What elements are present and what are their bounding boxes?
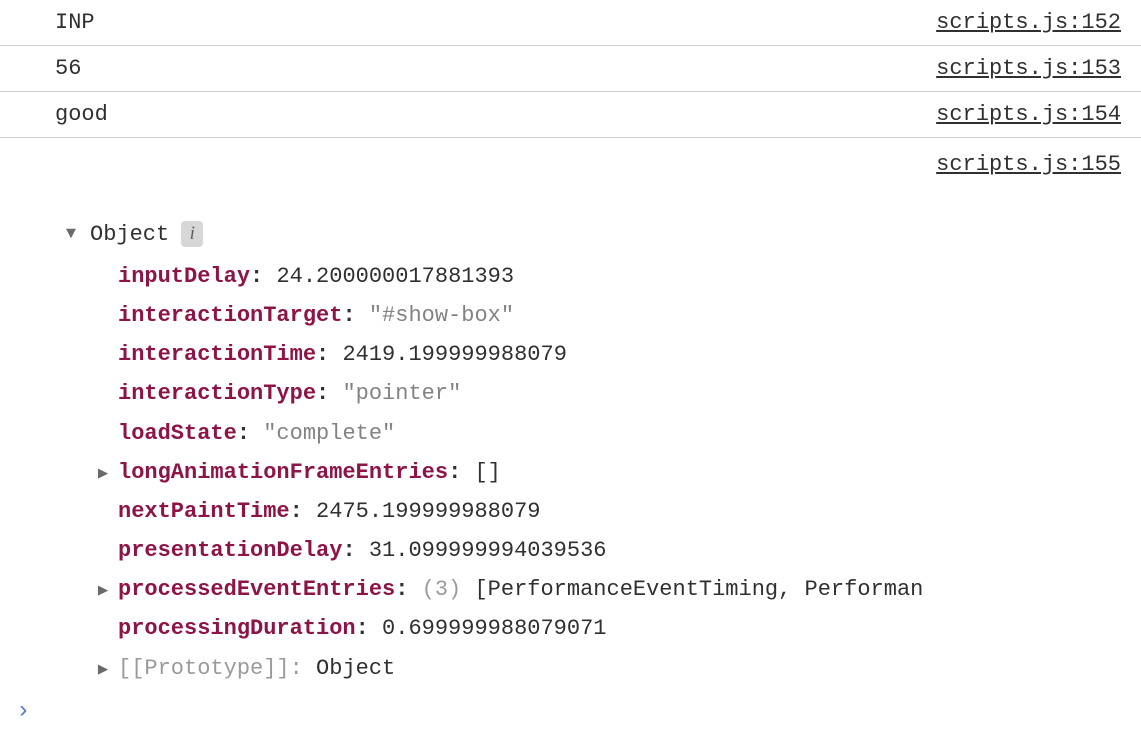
- property-key: presentationDelay: [118, 531, 342, 570]
- object-property[interactable]: interactionTime: 2419.199999988079: [96, 335, 1141, 374]
- property-key: longAnimationFrameEntries: [118, 453, 448, 492]
- object-property[interactable]: processingDuration: 0.699999988079071: [96, 609, 1141, 648]
- console-panel: INP scripts.js:152 56 scripts.js:153 goo…: [0, 0, 1141, 735]
- object-header[interactable]: Object i: [64, 221, 1141, 247]
- object-property[interactable]: nextPaintTime: 2475.199999988079: [96, 492, 1141, 531]
- array-count: (3): [422, 570, 462, 609]
- property-value: 24.200000017881393: [276, 257, 514, 296]
- console-log-row[interactable]: 56 scripts.js:153: [0, 46, 1141, 92]
- source-link[interactable]: scripts.js:152: [936, 10, 1121, 35]
- log-text: 56: [55, 56, 81, 81]
- object-label: Object: [90, 222, 169, 247]
- property-value: "pointer": [342, 374, 461, 413]
- console-log-row[interactable]: INP scripts.js:152: [0, 0, 1141, 46]
- property-value: "#show-box": [369, 296, 514, 335]
- object-property[interactable]: longAnimationFrameEntries: []: [96, 453, 1141, 492]
- property-value: 0.699999988079071: [382, 609, 606, 648]
- property-key: processingDuration: [118, 609, 356, 648]
- object-property[interactable]: inputDelay: 24.200000017881393: [96, 257, 1141, 296]
- info-icon[interactable]: i: [181, 221, 203, 247]
- disclosure-down-icon[interactable]: [64, 225, 78, 244]
- property-key: processedEventEntries: [118, 570, 395, 609]
- object-property[interactable]: loadState: "complete": [96, 414, 1141, 453]
- log-text: INP: [55, 10, 95, 35]
- property-key: loadState: [118, 414, 237, 453]
- disclosure-right-icon[interactable]: [96, 656, 110, 686]
- console-log-expanded-row[interactable]: scripts.js:155: [0, 138, 1141, 187]
- console-log-row[interactable]: good scripts.js:154: [0, 92, 1141, 138]
- object-view: Object i inputDelay: 24.200000017881393 …: [60, 221, 1141, 688]
- property-key: nextPaintTime: [118, 492, 290, 531]
- object-property[interactable]: processedEventEntries: (3) [PerformanceE…: [96, 570, 1141, 609]
- prototype-label: [[Prototype]]: [118, 649, 290, 688]
- disclosure-right-icon[interactable]: [96, 460, 110, 490]
- property-key: interactionTime: [118, 335, 316, 374]
- property-value: 31.099999994039536: [369, 531, 607, 570]
- property-value: []: [474, 453, 500, 492]
- console-prompt[interactable]: [0, 688, 1141, 735]
- property-value: "complete": [263, 414, 395, 453]
- source-link[interactable]: scripts.js:153: [936, 56, 1121, 81]
- object-properties: inputDelay: 24.200000017881393 interacti…: [96, 257, 1141, 688]
- object-property[interactable]: interactionType: "pointer": [96, 374, 1141, 413]
- prototype-value: Object: [316, 649, 395, 688]
- property-key: interactionType: [118, 374, 316, 413]
- object-prototype[interactable]: [[Prototype]]: Object: [96, 649, 1141, 688]
- disclosure-right-icon[interactable]: [96, 577, 110, 607]
- property-value: 2475.199999988079: [316, 492, 540, 531]
- property-key: inputDelay: [118, 257, 250, 296]
- property-value: 2419.199999988079: [342, 335, 566, 374]
- log-text: good: [55, 102, 108, 127]
- source-link[interactable]: scripts.js:155: [936, 152, 1121, 177]
- chevron-right-icon: [16, 699, 30, 724]
- property-key: interactionTarget: [118, 296, 342, 335]
- object-property[interactable]: interactionTarget: "#show-box": [96, 296, 1141, 335]
- object-property[interactable]: presentationDelay: 31.099999994039536: [96, 531, 1141, 570]
- property-value: [PerformanceEventTiming, Performan: [474, 570, 923, 609]
- source-link[interactable]: scripts.js:154: [936, 102, 1121, 127]
